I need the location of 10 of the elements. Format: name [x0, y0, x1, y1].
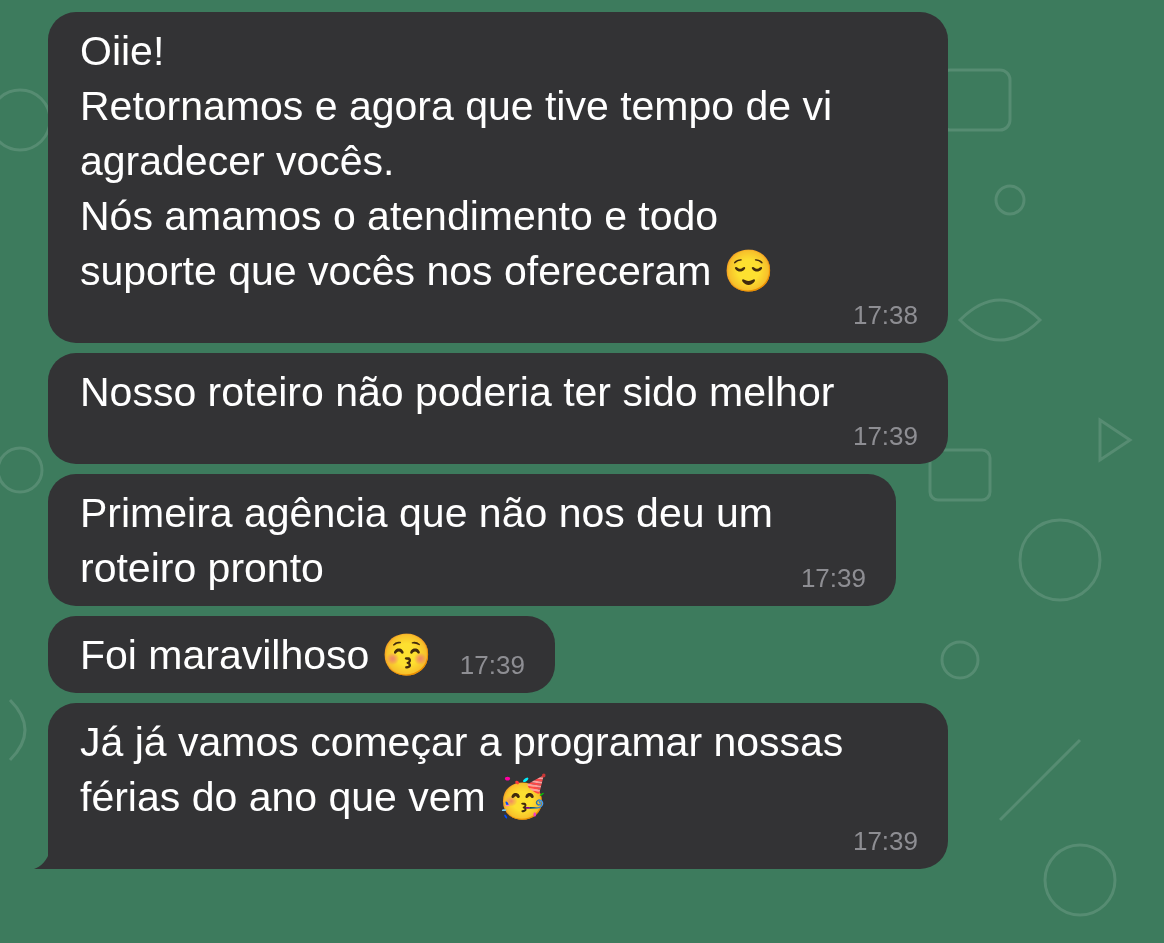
message-time: 17:39	[458, 649, 525, 681]
message-text: Oiie! Retornamos e agora que tive tempo de vi agradecer vocês. Nós amamos o atendimento e todo suporte que vocês nos ofereceram 😌	[80, 27, 833, 296]
message-time: 17:39	[799, 562, 866, 594]
message-text: Já já vamos começar a programar nossas férias do ano que vem 🥳	[80, 718, 844, 822]
message-time: 17:39	[851, 825, 918, 857]
message-time: 17:38	[851, 299, 918, 331]
message-text: Foi maravilhoso 😚	[80, 631, 432, 680]
message-time: 17:39	[851, 420, 918, 452]
message-text: Nosso roteiro não poderia ter sido melhor	[80, 368, 835, 417]
message-text: Primeira agência que não nos deu um roteiro pronto	[80, 489, 773, 593]
